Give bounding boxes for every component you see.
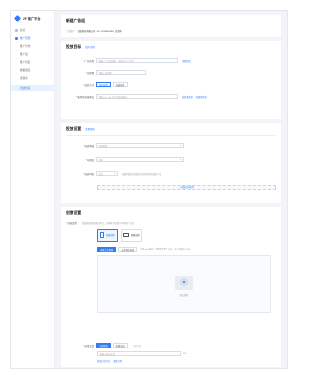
url-label: *落地页链接地址	[75, 95, 94, 99]
logo-text: ZF 推广平台	[23, 17, 41, 21]
target-title: 投放目标 填写说明	[66, 45, 95, 50]
sidebar-item-label: 推广管理	[20, 37, 31, 40]
type-vertical-video[interactable]: 竖版视频	[97, 228, 118, 242]
sidebar-item-label: 资源库	[20, 77, 28, 80]
new-landing-link[interactable]: 新建落地页	[196, 95, 207, 99]
target-help-link[interactable]: 填写说明	[85, 46, 95, 49]
sidebar-item-label: 推广创意	[20, 61, 31, 64]
schedule-select-value: 全天	[98, 173, 103, 176]
url-input[interactable]: 请输入以 http 开头的链接地址	[96, 94, 178, 99]
age-label: *年龄段	[85, 158, 94, 162]
target-title-text: 投放目标	[66, 45, 82, 49]
empty-text: 暂无素材	[179, 295, 189, 297]
delivery-label-text: 投放方式	[84, 83, 94, 87]
audience-title: 投放设置 查看帮助	[66, 127, 95, 132]
phone-icon	[100, 232, 105, 238]
main-content: 新建广告组 广告账户 某某科技有限公司（ID: 1234567890）· 投放中…	[55, 11, 287, 368]
name-rule-link[interactable]: 查看规范	[182, 59, 191, 63]
region-label-text: 投放地域	[84, 144, 94, 148]
creative-type-hint: 请选择创意的展示样式，不同样式适用于不同的广告位	[82, 222, 135, 225]
page-title: 新建广告组	[66, 19, 85, 23]
view-example-link[interactable]: 查看示例	[113, 359, 122, 363]
cta-input[interactable]: 请输入按钮文案	[97, 351, 181, 356]
budget-label: *日预算	[85, 71, 94, 75]
age-label-text: 年龄段	[86, 158, 94, 162]
audience-divider	[66, 135, 276, 136]
sidebar-item-label: 总览	[20, 29, 26, 32]
cta-option-1[interactable]: 立即咨询	[96, 343, 111, 348]
chevron-down-icon: ▾	[180, 145, 182, 147]
delivery-option-even[interactable]: 均匀投放	[96, 82, 111, 87]
sidebar-item-3[interactable]: 推广组	[11, 51, 55, 57]
cta-char-count: 0/8	[183, 352, 187, 355]
region-label: *投放地域	[83, 144, 94, 148]
audience-card: 投放设置 查看帮助 *投放地域 不限地域 ▾ *年龄段 不限 ▾ *投放时段 全…	[61, 123, 281, 203]
type-horizontal-video[interactable]: 横版视频	[121, 228, 142, 242]
cta-label-text: 按钮文案	[84, 344, 94, 348]
creative-type-label-text: 创意类型	[67, 221, 77, 225]
home-icon	[15, 28, 18, 32]
name-label-text: 广告名称	[84, 59, 94, 63]
name-input[interactable]: 请输入广告组名称，不超过50个字符	[96, 58, 178, 63]
sidebar-item-4[interactable]: 推广创意	[11, 59, 55, 65]
header-card: 新建广告组 广告账户 某某科技有限公司（ID: 1234567890）· 投放中	[61, 15, 281, 37]
upload-dropzone[interactable]: 暂无素材	[97, 255, 271, 313]
schedule-select[interactable]: 全天 ▾	[96, 171, 118, 176]
creative-title: 创意设置	[66, 211, 82, 215]
type-horizontal-label: 横版视频	[130, 235, 140, 237]
sidebar-item-label: 新建创意	[20, 87, 31, 90]
folder-icon	[15, 36, 18, 40]
upload-hint: 支持 mp4 格式，分辨率不低于 720P，大小不超过 500M	[140, 249, 191, 251]
add-targeting-button[interactable]: + 添加定向条件	[97, 185, 276, 190]
age-select-value: 不限	[98, 159, 103, 162]
sidebar-item-label: 推广计划	[20, 45, 31, 48]
schedule-label-text: 投放时段	[84, 172, 94, 176]
select-landing-link[interactable]: 选择落地页	[182, 95, 193, 99]
sidebar-item-label: 推广组	[20, 53, 28, 56]
sidebar-item-7[interactable]: 新建创意	[11, 85, 55, 91]
chevron-down-icon: ▾	[114, 173, 116, 175]
audience-title-text: 投放设置	[66, 127, 82, 131]
type-vertical-label: 竖版视频	[105, 235, 115, 237]
delivery-label: *投放方式	[83, 83, 94, 87]
creative-type-label: *创意类型	[66, 221, 77, 225]
schedule-hint: 选择时段后系统将在指定时段内投放广告	[122, 173, 162, 176]
cta-option-2[interactable]: 免费试用	[112, 343, 128, 348]
delivery-option-fast[interactable]: 加速投放	[112, 82, 128, 87]
budget-label-text: 日预算	[86, 71, 94, 75]
creative-card: 创意设置 *创意类型 请选择创意的展示样式，不同样式适用于不同的广告位 竖版视频…	[61, 207, 281, 367]
cta-label: *按钮文案	[83, 344, 94, 348]
account-label: 广告账户	[66, 30, 75, 33]
tab-library[interactable]: 从素材库选择	[118, 247, 138, 252]
app-window: ZF 推广平台 总览推广管理推广计划推广组推广创意数据报表资源库新建创意 新建广…	[10, 10, 288, 369]
account-value: 某某科技有限公司（ID: 1234567890）· 投放中	[77, 30, 122, 33]
sidebar-item-label: 数据报表	[20, 69, 31, 72]
tablet-icon	[123, 233, 130, 237]
logo: ZF 推广平台	[13, 14, 41, 23]
chevron-down-icon: ▾	[180, 159, 182, 161]
add-cta-link[interactable]: 添加行动号召	[97, 359, 110, 363]
region-select-value: 不限地域	[98, 145, 108, 148]
illustration-dot	[183, 281, 185, 283]
url-label-text: 落地页链接地址	[77, 95, 94, 99]
sidebar-item-1[interactable]: 推广管理	[11, 35, 55, 41]
sidebar-item-0[interactable]: 总览	[11, 27, 55, 33]
cta-option-3[interactable]: 了解详情	[129, 343, 145, 348]
sidebar: ZF 推广平台 总览推广管理推广计划推广组推广创意数据报表资源库新建创意	[11, 11, 55, 368]
tab-local-upload[interactable]: 本地上传素材	[97, 247, 117, 252]
age-select[interactable]: 不限 ▾	[96, 157, 184, 162]
sidebar-item-6[interactable]: 资源库	[11, 75, 55, 81]
sidebar-item-5[interactable]: 数据报表	[11, 67, 55, 73]
sidebar-item-2[interactable]: 推广计划	[11, 43, 55, 49]
audience-help-link[interactable]: 查看帮助	[85, 128, 95, 131]
logo-icon	[13, 14, 22, 23]
region-select[interactable]: 不限地域 ▾	[96, 143, 184, 148]
schedule-label: *投放时段	[83, 172, 94, 176]
name-label: *广告名称	[83, 59, 94, 63]
budget-input[interactable]: 请输入日预算	[96, 70, 146, 75]
empty-illustration: 暂无素材	[169, 274, 199, 298]
target-card: 投放目标 填写说明 *广告名称 请输入广告组名称，不超过50个字符 查看规范 *…	[61, 41, 281, 119]
